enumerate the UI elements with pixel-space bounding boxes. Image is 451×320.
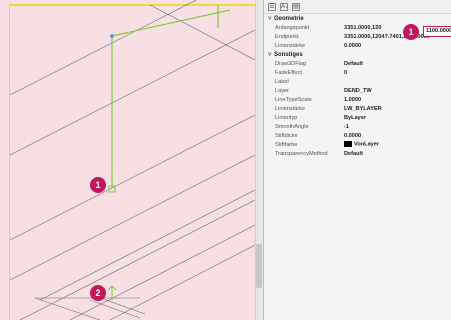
drawing-geometry [9,0,256,320]
property-name: FadeEffect [275,69,302,76]
property-name: Stiftfarbe [275,141,298,148]
canvas-scrollbar-thumb[interactable] [256,244,262,288]
property-row[interactable]: Stiftdicke 0.0000 [264,131,451,140]
property-name: Anfangspunkt [275,24,310,31]
property-row[interactable]: TransparencyMethod Default [264,149,451,158]
property-value[interactable]: -1 [344,124,451,130]
drawing-canvas[interactable]: 1 2 [0,0,262,320]
color-swatch [344,141,352,148]
properties-panel: ☰ A↓ ▤ ˅ Geometrie Anfangspunkt 3351.0000… [263,0,451,320]
property-name: TransparencyMethod [275,150,328,157]
group-label: Geometrie [274,15,304,22]
property-name: Layer [275,87,289,94]
property-name: Endpunkt [275,33,299,40]
property-name: Linienstärke [275,105,306,112]
property-value[interactable]: 0 [344,70,451,76]
property-row[interactable]: Layer DEND_TW [264,86,451,95]
group-header-geometrie[interactable]: ˅ Geometrie [264,14,451,23]
color-value: VonLayer [354,141,380,148]
property-row[interactable]: Linientyp ByLayer [264,113,451,122]
callout-marker-1: 1 [90,177,106,193]
property-value[interactable]: 0.0000 [344,43,451,49]
group-label: Sonstiges [274,51,303,58]
property-value[interactable]: VonLayer [344,141,451,148]
properties-toolbar: ☰ A↓ ▤ [264,0,451,14]
group-header-sonstiges[interactable]: ˅ Sonstiges [264,50,451,59]
property-name: Linientyp [275,114,298,121]
property-name: Draw3DFlag [275,60,307,67]
property-pages-icon[interactable]: ▤ [292,2,300,11]
property-value[interactable]: Default [344,151,451,157]
property-value[interactable]: Default [344,61,451,67]
callout-marker-1-panel: 1 [403,24,419,40]
callout-marker-2: 2 [90,285,106,301]
property-name: Stiftdicke [275,132,298,139]
property-name: Linienstärke [275,42,306,49]
highlighted-value-field[interactable]: 1100.0000 [423,26,451,37]
property-value[interactable]: ByLayer [344,115,451,121]
property-row[interactable]: Linienstärke LW_BYLAYER [264,104,451,113]
sort-categorized-icon[interactable]: ☰ [268,2,276,11]
property-row[interactable]: Linienstärke 0.0000 [264,41,451,50]
property-name: Label [275,78,289,85]
property-value[interactable]: DEND_TW [344,88,451,94]
property-row[interactable]: FadeEffect 0 [264,68,451,77]
property-row[interactable]: LineTypeScale 1.0000 [264,95,451,104]
property-value[interactable]: LW_BYLAYER [344,106,451,112]
sort-alphabetical-icon[interactable]: A↓ [280,2,288,11]
property-value[interactable]: 1.0000 [344,97,451,103]
property-value[interactable]: 0.0000 [344,133,451,139]
property-row[interactable]: SmoothAngle -1 [264,122,451,131]
property-name: SmoothAngle [275,123,309,130]
property-row[interactable]: Draw3DFlag Default [264,59,451,68]
property-row[interactable]: Stiftfarbe VonLayer [264,140,451,149]
property-group-sonstiges: ˅ Sonstiges Draw3DFlag Default FadeEffect… [264,50,451,158]
property-name: LineTypeScale [275,96,312,103]
property-row[interactable]: Label [264,77,451,86]
